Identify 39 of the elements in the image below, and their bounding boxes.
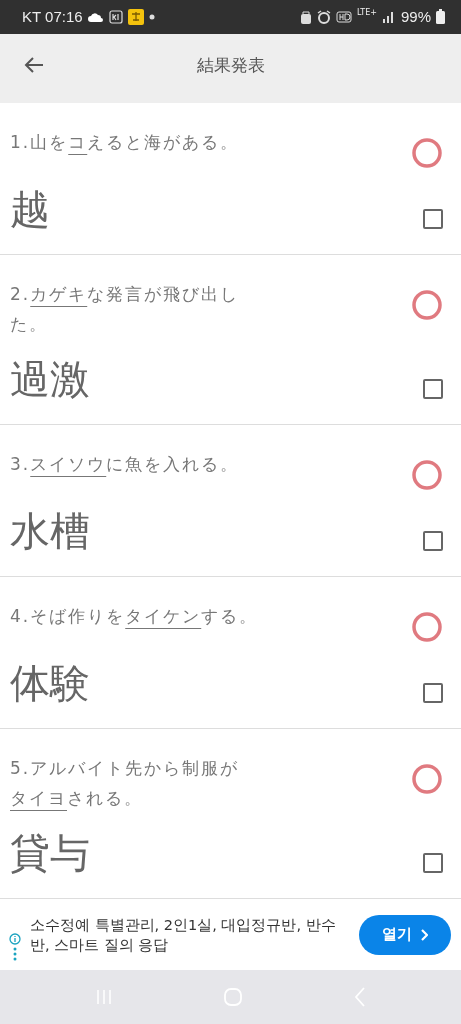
question-text: 5.アルバイト先から制服が タイヨ される。 — [10, 757, 241, 811]
checkbox[interactable] — [423, 379, 443, 400]
circle-mark-icon — [411, 763, 443, 796]
answer-text: 水槽 — [10, 507, 90, 557]
status-time: KT 07:16 — [22, 8, 83, 26]
app-icon — [108, 9, 123, 24]
question-text: 3.スイソウ に魚を入れる。 — [10, 453, 240, 477]
battery-icon — [436, 9, 445, 25]
question-text: 2.カゲキ な発言が飛び出した。 — [10, 283, 241, 337]
more-icon[interactable] — [13, 946, 17, 961]
cloud-icon — [87, 11, 104, 22]
answer-text: 体験 — [10, 659, 90, 709]
answer-text: 貸与 — [10, 829, 90, 879]
alarm-icon — [316, 9, 331, 24]
hd-icon — [335, 10, 352, 23]
checkbox[interactable] — [423, 209, 443, 230]
circle-mark-icon — [411, 137, 443, 170]
open-button[interactable]: 열기 — [359, 914, 451, 955]
checkbox[interactable] — [423, 531, 443, 552]
question-text: 1.山を コ えると海がある。 — [10, 131, 240, 155]
question-text: 4.そば作りを タイケンする。 — [10, 605, 259, 629]
dot-icon — [148, 13, 155, 20]
checkbox[interactable] — [423, 853, 443, 874]
answer-text: 過激 — [10, 355, 90, 405]
signal-icon — [381, 10, 396, 23]
circle-mark-icon — [411, 459, 443, 492]
battery-percent: 99% — [400, 8, 431, 26]
network-type: LTE+ — [356, 8, 377, 17]
chevron-icon — [420, 928, 428, 941]
back-arrow-icon — [24, 56, 44, 75]
ad-text: 소수정예 특별관리, 2인1실, 대입정규반, 반수반, 스마트 질의 응답 — [30, 915, 337, 955]
screen-title: 結果発表 — [195, 53, 266, 77]
circle-mark-icon — [411, 289, 443, 322]
answer-text: 越 — [10, 185, 50, 235]
lock-icon — [299, 9, 312, 24]
info-icon[interactable] — [9, 932, 21, 945]
circle-mark-icon — [411, 611, 443, 644]
checkbox[interactable] — [423, 683, 443, 704]
app-icon — [127, 8, 144, 25]
